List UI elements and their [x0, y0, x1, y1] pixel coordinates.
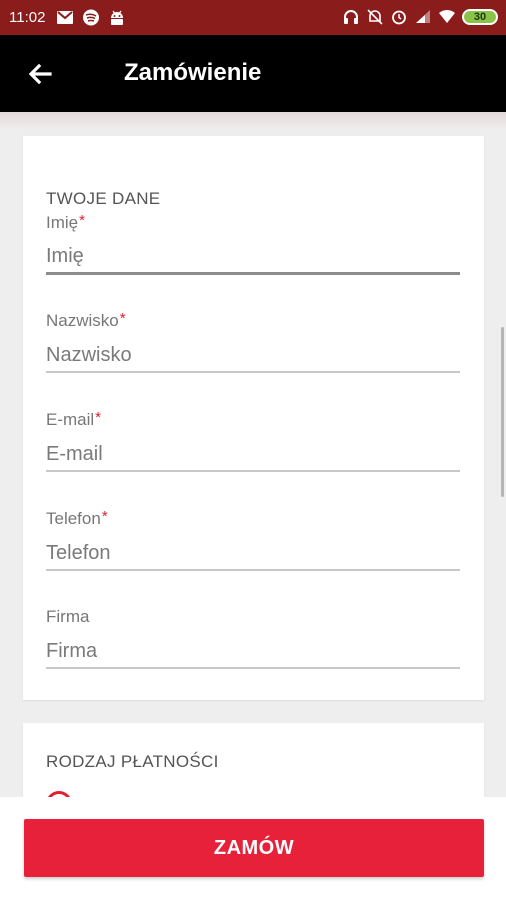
- required-marker: *: [119, 310, 126, 327]
- phone-input[interactable]: [46, 537, 460, 571]
- section-title-personal-data: TWOJE DANE: [46, 189, 161, 208]
- company-label: Firma: [46, 607, 90, 626]
- first-name-input[interactable]: [46, 241, 460, 275]
- first-name-label: Imię*: [46, 212, 85, 232]
- wifi-icon: [439, 9, 455, 23]
- android-icon: [111, 10, 123, 25]
- status-bar: 11:02 30: [0, 0, 506, 35]
- app-bar: Zamówienie: [0, 35, 506, 112]
- field-phone: Telefon*: [46, 508, 460, 589]
- company-input[interactable]: [46, 635, 460, 669]
- section-title-payment: RODZAJ PŁATNOŚCI: [46, 752, 219, 771]
- scroll-content[interactable]: TWOJE DANE Imię* Nazwisko* E-mail* Telef…: [0, 112, 506, 800]
- order-button[interactable]: ZAMÓW: [24, 819, 484, 877]
- page-title: Zamówienie: [124, 59, 262, 86]
- arrow-left-icon: [28, 63, 52, 85]
- battery-indicator: 30: [462, 8, 498, 25]
- field-email: E-mail*: [46, 409, 460, 490]
- status-system-icons: 30: [342, 8, 498, 25]
- status-time: 11:02: [9, 9, 46, 26]
- signal-icon: [416, 10, 430, 23]
- alarm-icon: [392, 10, 406, 25]
- required-marker: *: [95, 409, 102, 426]
- scrollbar[interactable]: [501, 327, 504, 497]
- payment-card: RODZAJ PŁATNOŚCI: [23, 723, 484, 800]
- field-first-name: Imię*: [46, 212, 460, 293]
- bell-off-icon: [367, 9, 383, 25]
- bottom-bar: ZAMÓW: [0, 797, 506, 900]
- email-input[interactable]: [46, 438, 460, 472]
- email-label: E-mail*: [46, 409, 102, 429]
- gmail-icon: [57, 11, 73, 24]
- app-bar-shadow: [0, 112, 506, 130]
- required-marker: *: [101, 508, 108, 525]
- spotify-icon: [83, 9, 99, 26]
- field-company: Firma: [46, 607, 460, 687]
- back-button[interactable]: [24, 59, 56, 89]
- required-marker: *: [79, 212, 85, 229]
- last-name-input[interactable]: [46, 339, 460, 373]
- phone-label: Telefon*: [46, 508, 108, 528]
- headphones-icon: [344, 10, 358, 24]
- status-notification-icons: [56, 9, 126, 26]
- last-name-label: Nazwisko*: [46, 310, 126, 330]
- personal-data-card: TWOJE DANE Imię* Nazwisko* E-mail* Telef…: [23, 136, 484, 700]
- field-last-name: Nazwisko*: [46, 310, 460, 391]
